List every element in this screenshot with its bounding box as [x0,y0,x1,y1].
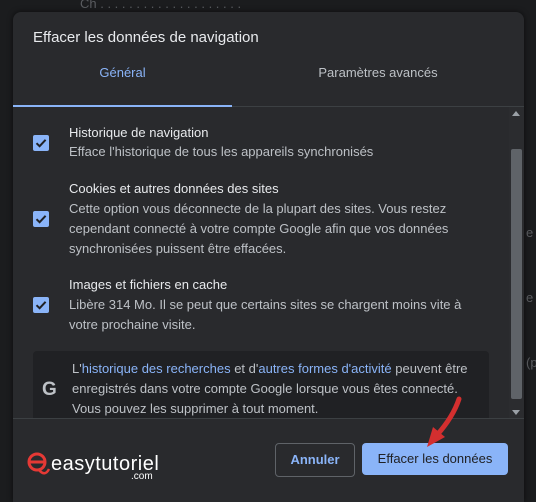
info-mid: et d' [230,361,259,376]
tab-bar: Général Paramètres avancés [13,60,524,107]
checkmark-icon [35,139,47,148]
red-arrow-annotation-icon [427,396,462,447]
option-title: Images et fichiers en cache [69,277,228,292]
option-description: Cette option vous déconnecte de la plupa… [69,201,449,256]
tab-advanced-label: Paramètres avancés [318,65,438,80]
background-text: e [526,225,534,240]
info-text: L'historique des recherches et d'autres … [72,359,472,419]
options-list: Historique de navigation Efface l'histor… [13,107,524,419]
dialog-title: Effacer les données de navigation [33,29,259,46]
scroll-down-arrow-icon[interactable] [512,410,520,415]
scrollbar[interactable] [509,107,524,419]
tab-general-label: Général [99,65,146,80]
search-history-link[interactable]: historique des recherches [82,361,231,376]
checkmark-icon [35,215,47,224]
option-title: Historique de navigation [69,125,209,140]
google-g-icon: G [42,379,57,400]
option-title: Cookies et autres données des sites [69,181,279,196]
cache-checkbox[interactable] [33,297,49,313]
cookies-checkbox[interactable] [33,211,49,227]
scrollbar-thumb[interactable] [511,149,522,399]
background-text: (p [526,355,536,370]
option-description: Efface l'historique de tous les appareil… [69,144,374,159]
tab-advanced[interactable]: Paramètres avancés [232,60,524,106]
logo-e-icon [27,452,51,475]
tab-general[interactable]: Général [13,60,232,107]
info-prefix: L' [72,361,82,376]
scroll-up-arrow-icon[interactable] [512,111,520,116]
other-activity-link[interactable]: autres formes d'activité [258,361,391,376]
background-text: Ch . . . . . . . . . . . . . . . . . . .… [80,0,242,11]
option-description: Libère 314 Mo. Il se peut que certains s… [69,297,462,332]
browsing-history-checkbox[interactable] [33,135,49,151]
cancel-button[interactable]: Annuler [275,443,355,477]
logo-domain: .com [131,471,153,482]
background-text: e [526,290,534,305]
checkmark-icon [35,301,47,310]
